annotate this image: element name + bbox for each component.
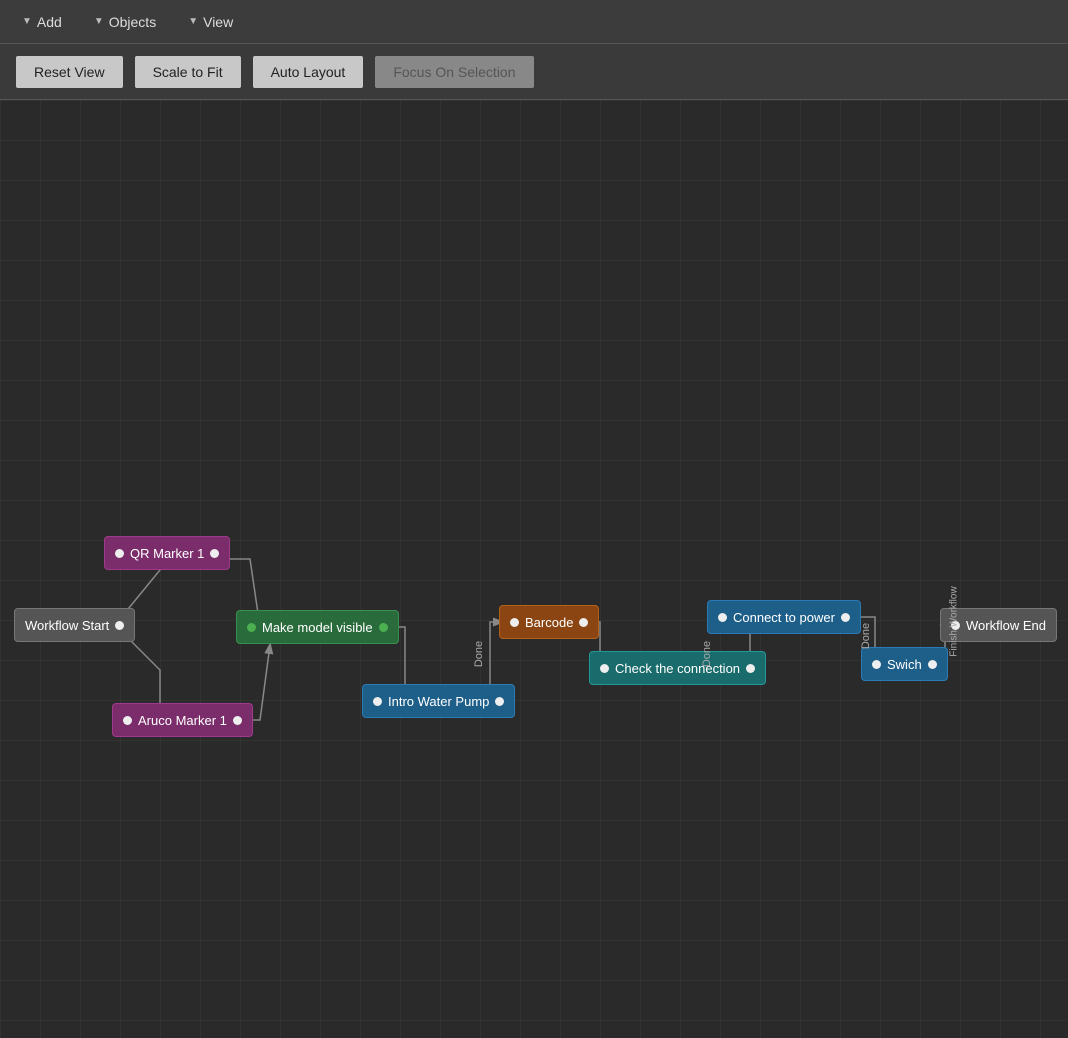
node-aruco-marker-1-port-left [123,716,132,725]
node-make-model-visible-port-right [379,623,388,632]
scale-to-fit-button[interactable]: Scale to Fit [135,56,241,88]
auto-layout-button[interactable]: Auto Layout [253,56,364,88]
node-make-model-visible[interactable]: Make model visible [236,610,399,644]
node-swich[interactable]: Swich [861,647,948,681]
node-barcode[interactable]: Barcode [499,605,599,639]
node-connect-power-port-left [718,613,727,622]
node-aruco-marker-1-port-right [233,716,242,725]
node-barcode-port-left [510,618,519,627]
objects-arrow-icon: ▼ [94,16,104,27]
menubar: ▼ Add ▼ Objects ▼ View [0,0,1068,44]
node-make-model-visible-port-left [247,623,256,632]
node-workflow-end[interactable]: Workflow End [940,608,1057,642]
node-check-connection-port-left [600,664,609,673]
node-intro-water-pump-label: Intro Water Pump [388,694,489,709]
node-check-connection-label: Check the connection [615,661,740,676]
menu-objects-label: Objects [109,14,156,30]
node-workflow-end-port-left [951,621,960,630]
node-make-model-visible-label: Make model visible [262,620,373,635]
node-check-the-connection[interactable]: Check the connection [589,651,766,685]
menu-add-label: Add [37,14,62,30]
node-barcode-port-right [579,618,588,627]
node-intro-water-pump[interactable]: Intro Water Pump [362,684,515,718]
view-arrow-icon: ▼ [188,16,198,27]
node-swich-label: Swich [887,657,922,672]
node-aruco-marker-1[interactable]: Aruco Marker 1 [112,703,253,737]
focus-on-selection-button[interactable]: Focus On Selection [375,56,533,88]
node-check-connection-port-right [746,664,755,673]
node-intro-water-pump-port-left [373,697,382,706]
node-connect-power-port-right [841,613,850,622]
menu-view-label: View [203,14,233,30]
node-connect-to-power[interactable]: Connect to power [707,600,861,634]
menu-add[interactable]: ▼ Add [8,8,76,36]
add-arrow-icon: ▼ [22,16,32,27]
node-qr-marker-1-port-right [210,549,219,558]
reset-view-button[interactable]: Reset View [16,56,123,88]
node-qr-marker-1-port-left [115,549,124,558]
node-connect-power-label: Connect to power [733,610,835,625]
node-aruco-marker-1-label: Aruco Marker 1 [138,713,227,728]
node-swich-port-left [872,660,881,669]
workflow-canvas[interactable]: Workflow Start QR Marker 1 Aruco Marker … [0,100,1068,1038]
node-barcode-label: Barcode [525,615,573,630]
node-workflow-start-label: Workflow Start [25,618,109,633]
node-workflow-start[interactable]: Workflow Start [14,608,135,642]
node-qr-marker-1[interactable]: QR Marker 1 [104,536,230,570]
menu-view[interactable]: ▼ View [174,8,247,36]
menu-objects[interactable]: ▼ Objects [80,8,170,36]
node-intro-water-pump-port-right [495,697,504,706]
edge-label-done-1: Done [473,641,485,667]
toolbar: Reset View Scale to Fit Auto Layout Focu… [0,44,1068,100]
node-workflow-start-port [115,621,124,630]
node-workflow-end-label: Workflow End [966,618,1046,633]
node-swich-port-right [928,660,937,669]
node-qr-marker-1-label: QR Marker 1 [130,546,204,561]
edge-label-done-3: Done [860,623,872,649]
